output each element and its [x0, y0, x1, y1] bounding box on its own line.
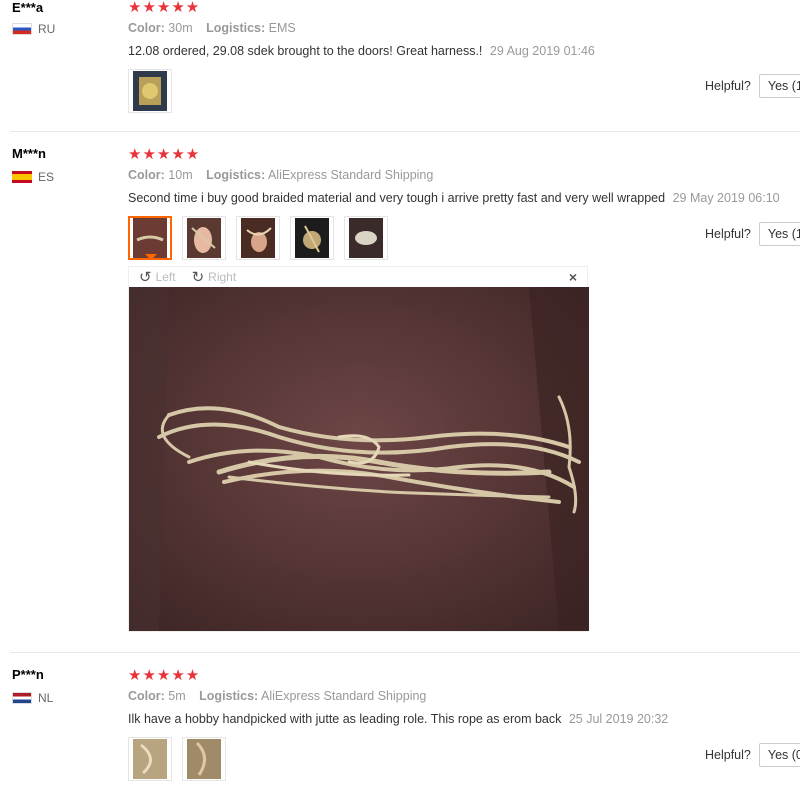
- color-label: Color:: [128, 168, 165, 182]
- rotate-right-button[interactable]: ↻ Right: [192, 268, 237, 286]
- review-photo-thumb[interactable]: [182, 737, 226, 781]
- review-photo-thumb[interactable]: [236, 216, 280, 260]
- rotate-left-label: Left: [155, 270, 176, 284]
- rotate-left-icon: ↺: [139, 269, 152, 286]
- reviewer-country: NL: [12, 691, 53, 705]
- country-code: ES: [38, 170, 55, 184]
- helpful-area: Helpful? Yes (0: [705, 743, 800, 767]
- review-meta: Color: 5m Logistics: AliExpress Standard…: [128, 689, 436, 703]
- review-photo-thumb[interactable]: [344, 216, 388, 260]
- review-photos: [128, 737, 226, 781]
- review-photo-image: [295, 218, 329, 258]
- color-value: 30m: [168, 21, 193, 35]
- photo-viewer: ↺ Left ↻ Right ×: [128, 266, 589, 632]
- review-date: 25 Jul 2019 20:32: [568, 712, 669, 726]
- review-photo-thumb-selected[interactable]: [128, 216, 172, 260]
- review-photo-image: [349, 218, 383, 258]
- helpful-label: Helpful?: [705, 79, 751, 93]
- flag-es-icon: [12, 171, 32, 183]
- review-photo-thumb[interactable]: [182, 216, 226, 260]
- helpful-label: Helpful?: [705, 748, 751, 762]
- review-date: 29 May 2019 06:10: [672, 191, 780, 205]
- review-photo-image: [187, 739, 221, 779]
- review-photo-image: [241, 218, 275, 258]
- logistics-value: AliExpress Standard Shipping: [267, 168, 434, 182]
- reviewer-country: RU: [12, 22, 55, 36]
- review-photo-image: [187, 218, 221, 258]
- logistics-label: Logistics:: [206, 21, 266, 35]
- helpful-yes-button[interactable]: Yes (1: [758, 222, 800, 246]
- rotate-left-button[interactable]: ↺ Left: [139, 268, 176, 286]
- star-rating: ★★★★★: [128, 0, 201, 16]
- country-code: NL: [38, 691, 54, 705]
- color-label: Color:: [128, 689, 165, 703]
- helpful-label: Helpful?: [705, 227, 751, 241]
- close-icon[interactable]: ×: [569, 269, 577, 285]
- review-photo-thumb[interactable]: [128, 69, 172, 113]
- reviewer-country: ES: [12, 170, 54, 184]
- rotate-right-label: Right: [208, 270, 237, 284]
- logistics-value: AliExpress Standard Shipping: [261, 689, 427, 703]
- logistics-label: Logistics:: [206, 168, 266, 182]
- review-text-line: 12.08 ordered, 29.08 sdek brought to the…: [128, 44, 595, 58]
- reviewer-name: E***a: [12, 0, 44, 15]
- review-photo-large: [129, 287, 589, 631]
- color-value: 10m: [168, 168, 193, 182]
- star-rating: ★★★★★: [128, 667, 201, 684]
- review-divider: [10, 131, 800, 132]
- review-photo-thumb[interactable]: [290, 216, 334, 260]
- review-meta: Color: 30m Logistics: EMS: [128, 21, 306, 35]
- review-photo-image: [133, 71, 167, 111]
- review-photos: [128, 69, 172, 113]
- logistics-value: EMS: [268, 21, 296, 35]
- logistics-label: Logistics:: [199, 689, 259, 703]
- review-text-line: Second time i buy good braided material …: [128, 191, 780, 205]
- review-photo-thumb[interactable]: [128, 737, 172, 781]
- review-divider: [10, 652, 800, 653]
- viewer-toolbar: ↺ Left ↻ Right: [129, 267, 587, 287]
- review-text: Second time i buy good braided material …: [128, 191, 666, 205]
- rotate-right-icon: ↻: [191, 269, 205, 286]
- helpful-yes-button[interactable]: Yes (0: [758, 743, 800, 767]
- helpful-area: Helpful? Yes (1: [705, 74, 800, 98]
- color-value: 5m: [168, 689, 186, 703]
- color-label: Color:: [128, 21, 165, 35]
- review-text: 12.08 ordered, 29.08 sdek brought to the…: [128, 44, 483, 58]
- flag-ru-icon: [12, 23, 32, 35]
- review-text: Ilk have a hobby handpicked with jutte a…: [128, 712, 562, 726]
- review-meta: Color: 10m Logistics: AliExpress Standar…: [128, 168, 443, 182]
- star-rating: ★★★★★: [128, 146, 201, 163]
- country-code: RU: [38, 22, 56, 36]
- reviewer-name: P***n: [12, 667, 44, 682]
- flag-nl-icon: [12, 692, 32, 704]
- helpful-yes-button[interactable]: Yes (1: [758, 74, 800, 98]
- review-date: 29 Aug 2019 01:46: [489, 44, 595, 58]
- review-text-line: Ilk have a hobby handpicked with jutte a…: [128, 712, 668, 726]
- review-photo-image: [133, 739, 167, 779]
- review-photos: [128, 216, 388, 260]
- helpful-area: Helpful? Yes (1: [705, 222, 800, 246]
- review-photo-image: [133, 218, 167, 258]
- reviewer-name: M***n: [12, 146, 46, 161]
